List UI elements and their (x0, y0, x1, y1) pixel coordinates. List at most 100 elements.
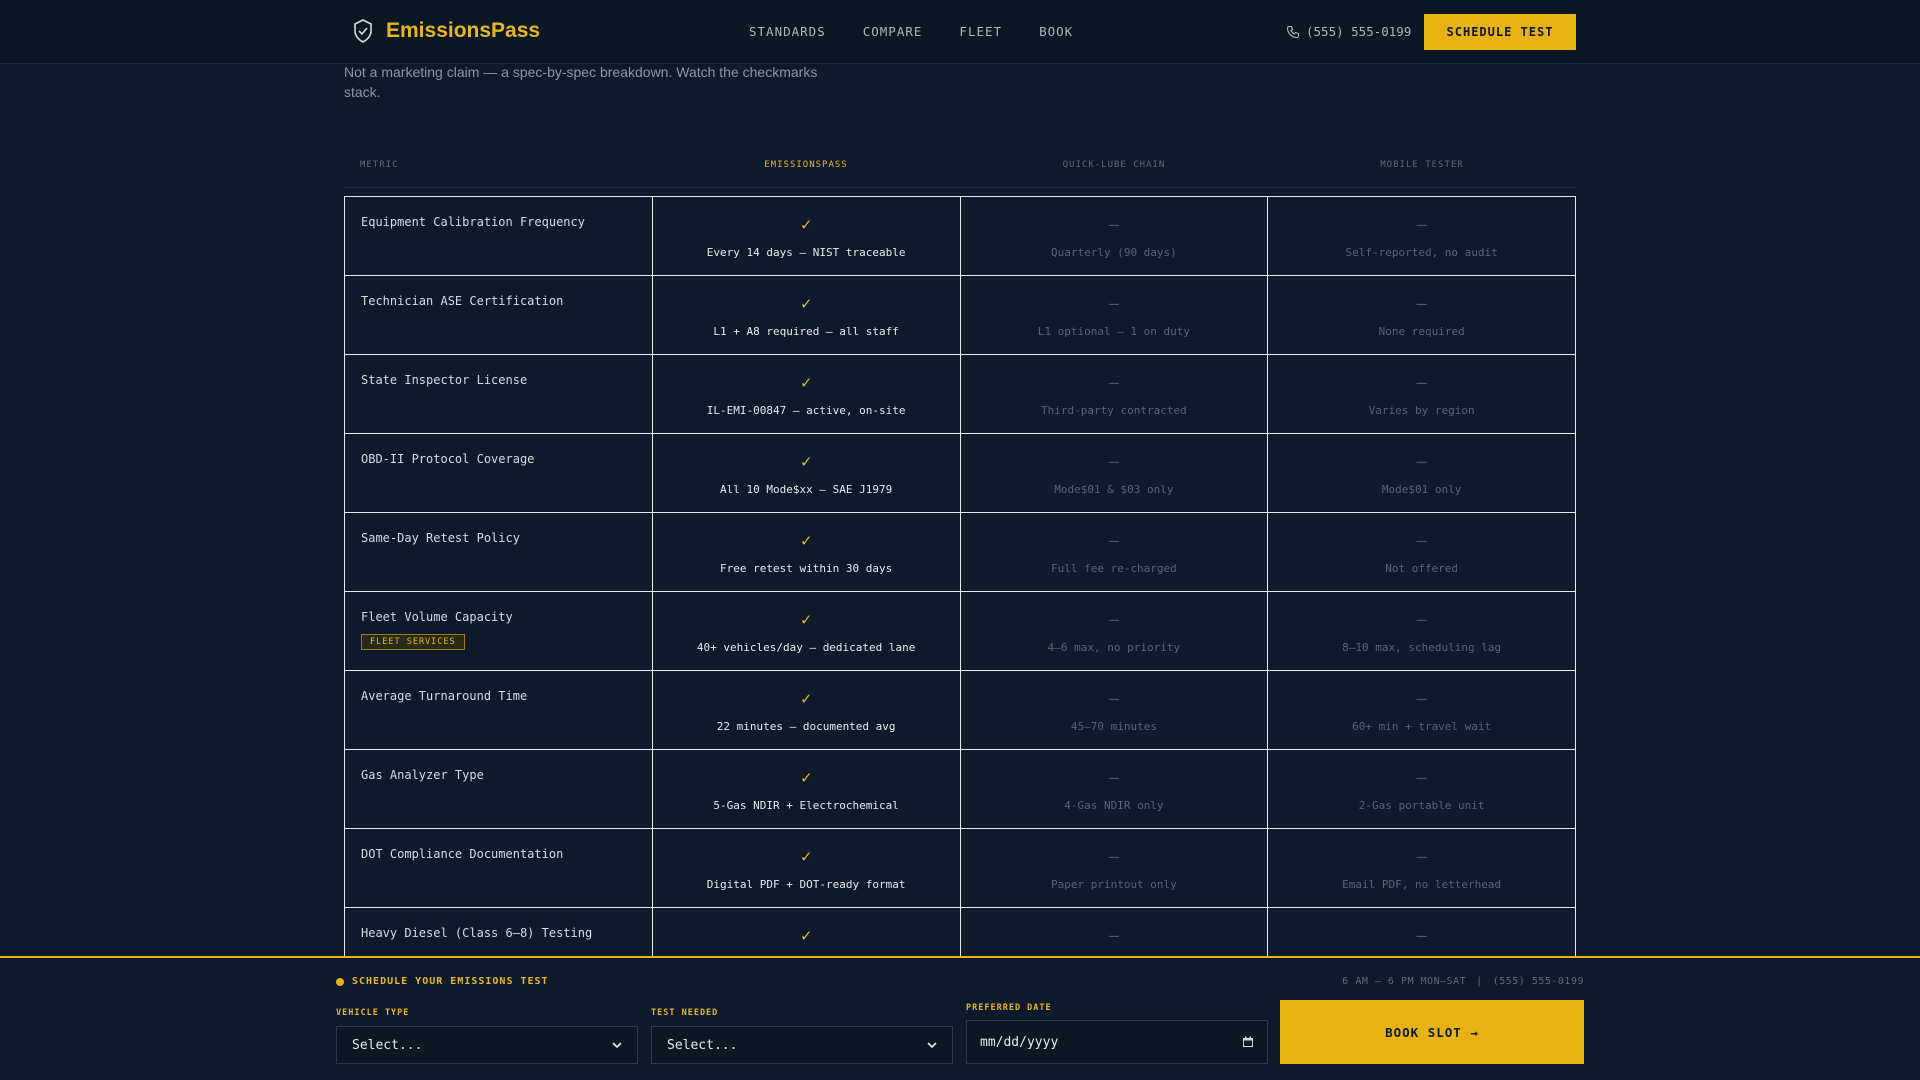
mobile-value: Varies by region (1368, 404, 1475, 417)
dash-icon: — (1108, 294, 1120, 314)
book-slot-button[interactable]: BOOK SLOT → (1280, 1000, 1584, 1064)
booking-phone[interactable]: (555) 555-0199 (1493, 976, 1584, 987)
metric-label: Same-Day Retest Policy (361, 531, 520, 545)
booking-hours-text: 6 AM – 6 PM MON–SAT (1342, 976, 1467, 987)
table-row: OBD-II Protocol Coverage ✓ All 10 Mode$xx … (345, 434, 1577, 513)
check-icon: ✓ (801, 847, 812, 867)
check-icon: ✓ (801, 531, 812, 551)
nav-book[interactable]: BOOK (1039, 24, 1073, 39)
booking-hours: 6 AM – 6 PM MON–SAT | (555) 555-0199 (1342, 976, 1584, 987)
mobile-cell: — Varies by region (1268, 355, 1577, 434)
quick-cell: — Paper printout only (960, 829, 1269, 908)
dash-icon: — (1108, 847, 1120, 867)
quick-cell: — L1 optional — 1 on duty (960, 276, 1269, 355)
ep-value: Digital PDF + DOT-ready format (706, 878, 906, 891)
ep-value: Every 14 days — NIST traceable (706, 246, 906, 259)
check-icon: ✓ (801, 689, 812, 709)
quick-value: Paper printout only (1050, 878, 1177, 891)
chevron-down-icon (612, 1042, 622, 1049)
check-icon: ✓ (801, 610, 812, 630)
preferred-date-label: PREFERRED DATE (966, 1003, 1052, 1013)
test-needed-select[interactable]: Select... (651, 1026, 953, 1064)
nav-fleet[interactable]: FLEET (959, 24, 1002, 39)
check-icon: ✓ (801, 215, 812, 235)
quick-cell: — Third-party contracted (960, 355, 1269, 434)
dash-icon: — (1108, 452, 1120, 472)
ep-cell: ✓ 22 minutes — documented avg (652, 671, 961, 750)
dash-icon: — (1108, 689, 1120, 709)
booking-title: SCHEDULE YOUR EMISSIONS TEST (336, 976, 549, 987)
test-needed-value: Select... (667, 1037, 738, 1053)
metric-cell: DOT Compliance Documentation (345, 829, 653, 908)
dash-icon: — (1108, 373, 1120, 393)
metric-label: Technician ASE Certification (361, 294, 564, 308)
check-icon: ✓ (801, 294, 812, 314)
mobile-value: 2-Gas portable unit (1358, 799, 1485, 812)
quick-cell: — 4–6 max, no priority (960, 592, 1269, 671)
phone-icon (1286, 25, 1300, 38)
quick-value: Quarterly (90 days) (1050, 246, 1177, 259)
brand[interactable]: EmissionsPass (352, 18, 540, 44)
comparison-table: Equipment Calibration Frequency ✓ Every 14… (344, 196, 1577, 987)
quick-value: 45–70 minutes (1070, 720, 1157, 733)
mobile-cell: — 2-Gas portable unit (1268, 750, 1577, 829)
column-header-mobile-tester: MOBILE TESTER (1380, 160, 1464, 170)
ep-value: 22 minutes — documented avg (716, 720, 896, 733)
metric-label: Gas Analyzer Type (361, 768, 484, 782)
column-header-quick-lube: QUICK-LUBE CHAIN (1062, 160, 1166, 170)
vehicle-type-select[interactable]: Select... (336, 1026, 638, 1064)
dash-icon: — (1416, 531, 1427, 551)
ep-value: L1 + A8 required — all staff (713, 325, 899, 338)
check-icon: ✓ (801, 452, 812, 472)
mobile-cell: — Not offered (1268, 513, 1577, 592)
quick-value: Third-party contracted (1041, 404, 1187, 417)
booking-bar: SCHEDULE YOUR EMISSIONS TEST 6 AM – 6 PM… (0, 956, 1920, 1080)
schedule-test-button[interactable]: SCHEDULE TEST (1424, 14, 1576, 50)
dash-icon: — (1108, 768, 1120, 788)
status-dot-icon (336, 977, 344, 986)
nav-standards[interactable]: STANDARDS (749, 24, 826, 39)
mobile-value: None required (1378, 325, 1465, 338)
check-icon: ✓ (801, 926, 812, 946)
table-row: State Inspector License ✓ IL-EMI-00847 — a… (345, 355, 1577, 434)
brand-name: EmissionsPass (386, 19, 541, 42)
metric-label: OBD-II Protocol Coverage (361, 452, 535, 466)
calendar-icon[interactable] (1242, 1036, 1254, 1048)
ep-cell: ✓ All 10 Mode$xx — SAE J1979 (652, 434, 961, 513)
dash-icon: — (1108, 531, 1120, 551)
ep-value: IL-EMI-00847 — active, on-site (706, 404, 906, 417)
table-row: Gas Analyzer Type ✓ 5-Gas NDIR + Electroch… (345, 750, 1577, 829)
quick-value: Mode$01 & $03 only (1054, 483, 1174, 496)
header-phone[interactable]: (555) 555-0199 (1286, 24, 1411, 39)
ep-cell: ✓ 5-Gas NDIR + Electrochemical (652, 750, 961, 829)
check-icon: ✓ (801, 768, 812, 788)
dash-icon: — (1416, 215, 1427, 235)
ep-cell: ✓ 40+ vehicles/day — dedicated lane (652, 592, 961, 671)
shield-logo-icon (354, 19, 372, 43)
dash-icon: — (1108, 926, 1120, 946)
ep-cell: ✓ IL-EMI-00847 — active, on-site (652, 355, 961, 434)
nav-compare[interactable]: COMPARE (863, 24, 923, 39)
vehicle-type-label: VEHICLE TYPE (336, 1008, 410, 1018)
dash-icon: — (1416, 452, 1427, 472)
metric-cell: Same-Day Retest Policy (345, 513, 653, 592)
quick-value: L1 optional — 1 on duty (1037, 325, 1191, 338)
quick-value: 4-Gas NDIR only (1064, 799, 1164, 812)
chevron-down-icon (927, 1042, 937, 1049)
metric-label: Average Turnaround Time (361, 689, 528, 703)
metric-label: Heavy Diesel (Class 6–8) Testing (361, 926, 593, 940)
fleet-services-badge: FLEET SERVICES (361, 634, 465, 650)
metric-cell: Equipment Calibration Frequency (345, 197, 653, 276)
metric-label: DOT Compliance Documentation (361, 847, 564, 861)
main-nav: STANDARDS COMPARE FLEET BOOK (749, 24, 1073, 39)
metric-cell: Average Turnaround Time (345, 671, 653, 750)
ep-cell: ✓ Every 14 days — NIST traceable (652, 197, 961, 276)
mobile-value: 8–10 max, scheduling lag (1342, 641, 1502, 654)
mobile-cell: — None required (1268, 276, 1577, 355)
table-row: Same-Day Retest Policy ✓ Free retest withi… (345, 513, 1577, 592)
table-row: Equipment Calibration Frequency ✓ Every 14… (345, 197, 1577, 276)
check-icon: ✓ (801, 373, 812, 393)
table-row: DOT Compliance Documentation ✓ Digital PDF… (345, 829, 1577, 908)
preferred-date-input[interactable]: mm/dd/yyyy (966, 1020, 1268, 1064)
metric-cell: Gas Analyzer Type (345, 750, 653, 829)
